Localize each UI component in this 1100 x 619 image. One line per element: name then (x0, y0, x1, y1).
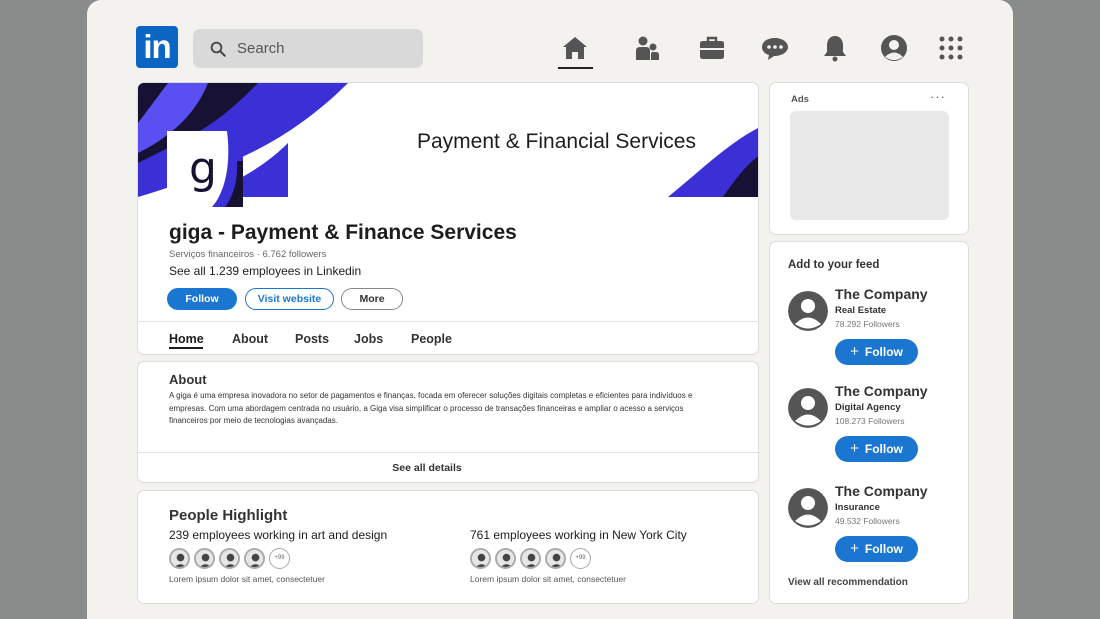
follow-label: Follow (864, 345, 903, 359)
search-icon (210, 41, 226, 57)
follow-button[interactable]: Follow (167, 288, 237, 310)
avatar[interactable] (545, 548, 566, 569)
about-title: About (169, 372, 207, 387)
visit-website-button[interactable]: Visit website (245, 288, 334, 310)
people-group-heading[interactable]: 761 employees working in New York City (470, 528, 687, 542)
people-highlight-card: People Highlight 239 employees working i… (137, 490, 759, 604)
tabs-divider (138, 321, 758, 322)
search-input[interactable]: Search (193, 29, 423, 68)
company-logo-letter: g (189, 143, 217, 194)
people-group-subtext: Lorem ipsum dolor sit amet, consectetuer (169, 574, 325, 584)
about-card: About A giga é uma empresa inovadora no … (137, 361, 760, 483)
company-name: giga - Payment & Finance Services (169, 221, 517, 244)
recommendation-name[interactable]: The Company (835, 383, 928, 399)
recommendation-follow-button[interactable]: + Follow (835, 339, 918, 365)
plus-icon: + (850, 343, 859, 360)
recommendation-follow-button[interactable]: + Follow (835, 536, 918, 562)
avatar[interactable] (495, 548, 516, 569)
linkedin-logo[interactable]: in (136, 26, 178, 68)
employee-avatars: +99 (169, 548, 387, 569)
company-logo[interactable]: g (167, 131, 243, 207)
home-active-indicator (558, 67, 593, 69)
people-highlight-title: People Highlight (169, 507, 288, 524)
follow-label: Follow (864, 442, 903, 456)
company-avatar-icon[interactable] (788, 388, 828, 428)
people-group-subtext: Lorem ipsum dolor sit amet, consectetuer (470, 574, 626, 584)
more-employees-badge[interactable]: +99 (269, 548, 290, 569)
company-avatar-icon[interactable] (788, 291, 828, 331)
recommendation-followers: 49.532 Followers (835, 516, 900, 526)
plus-icon: + (850, 440, 859, 457)
feed-title: Add to your feed (788, 259, 880, 271)
employee-avatars: +99 (470, 548, 687, 569)
tab-people[interactable]: People (411, 332, 452, 346)
plus-icon: + (850, 540, 859, 557)
profile-icon[interactable] (880, 34, 908, 62)
avatar[interactable] (219, 548, 240, 569)
tab-jobs[interactable]: Jobs (354, 332, 383, 346)
avatar[interactable] (470, 548, 491, 569)
recommendation-followers: 108.273 Followers (835, 416, 905, 426)
people-group: 761 employees working in New York City +… (470, 528, 687, 584)
add-to-feed-card: Add to your feed The Company Real Estate… (769, 241, 969, 604)
recommendation-followers: 78.292 Followers (835, 319, 900, 329)
recommendation-category: Insurance (835, 502, 880, 513)
see-all-details-link[interactable]: See all details (138, 462, 716, 474)
banner-tagline: Payment & Financial Services (417, 130, 696, 153)
home-icon[interactable] (561, 34, 589, 62)
avatar[interactable] (194, 548, 215, 569)
apps-grid-icon[interactable] (937, 34, 965, 62)
recommendation-name[interactable]: The Company (835, 483, 928, 499)
company-meta: Serviços financeiros · 6.762 followers (169, 249, 327, 260)
recommendation-follow-button[interactable]: + Follow (835, 436, 918, 462)
ads-menu-icon[interactable]: ··· (930, 89, 946, 104)
network-icon[interactable] (633, 34, 661, 62)
tab-posts[interactable]: Posts (295, 332, 329, 346)
more-employees-badge[interactable]: +99 (570, 548, 591, 569)
company-card: g Payment & Financial Services giga - Pa… (137, 82, 759, 355)
about-divider (138, 452, 760, 453)
recommendation-name[interactable]: The Company (835, 286, 928, 302)
recommendation-category: Real Estate (835, 305, 887, 316)
employees-link[interactable]: See all 1.239 employees in Linkedin (169, 264, 361, 278)
company-avatar-icon[interactable] (788, 488, 828, 528)
ads-label: Ads (791, 94, 809, 105)
people-group: 239 employees working in art and design … (169, 528, 387, 584)
follow-label: Follow (864, 542, 903, 556)
more-button[interactable]: More (341, 288, 403, 310)
people-group-heading[interactable]: 239 employees working in art and design (169, 528, 387, 542)
search-placeholder: Search (237, 40, 285, 57)
avatar[interactable] (244, 548, 265, 569)
recommendation-category: Digital Agency (835, 402, 901, 413)
about-text: A giga é uma empresa inovadora no setor … (169, 391, 693, 426)
tab-about[interactable]: About (232, 332, 268, 346)
view-all-recommendation-link[interactable]: View all recommendation (788, 577, 908, 588)
notifications-icon[interactable] (821, 34, 849, 62)
tab-home[interactable]: Home (169, 332, 204, 346)
tab-home-indicator (169, 347, 203, 349)
ads-card: Ads ··· (769, 82, 969, 235)
messaging-icon[interactable] (761, 34, 789, 62)
avatar[interactable] (169, 548, 190, 569)
ad-placeholder[interactable] (790, 111, 949, 220)
jobs-icon[interactable] (698, 34, 726, 62)
avatar[interactable] (520, 548, 541, 569)
